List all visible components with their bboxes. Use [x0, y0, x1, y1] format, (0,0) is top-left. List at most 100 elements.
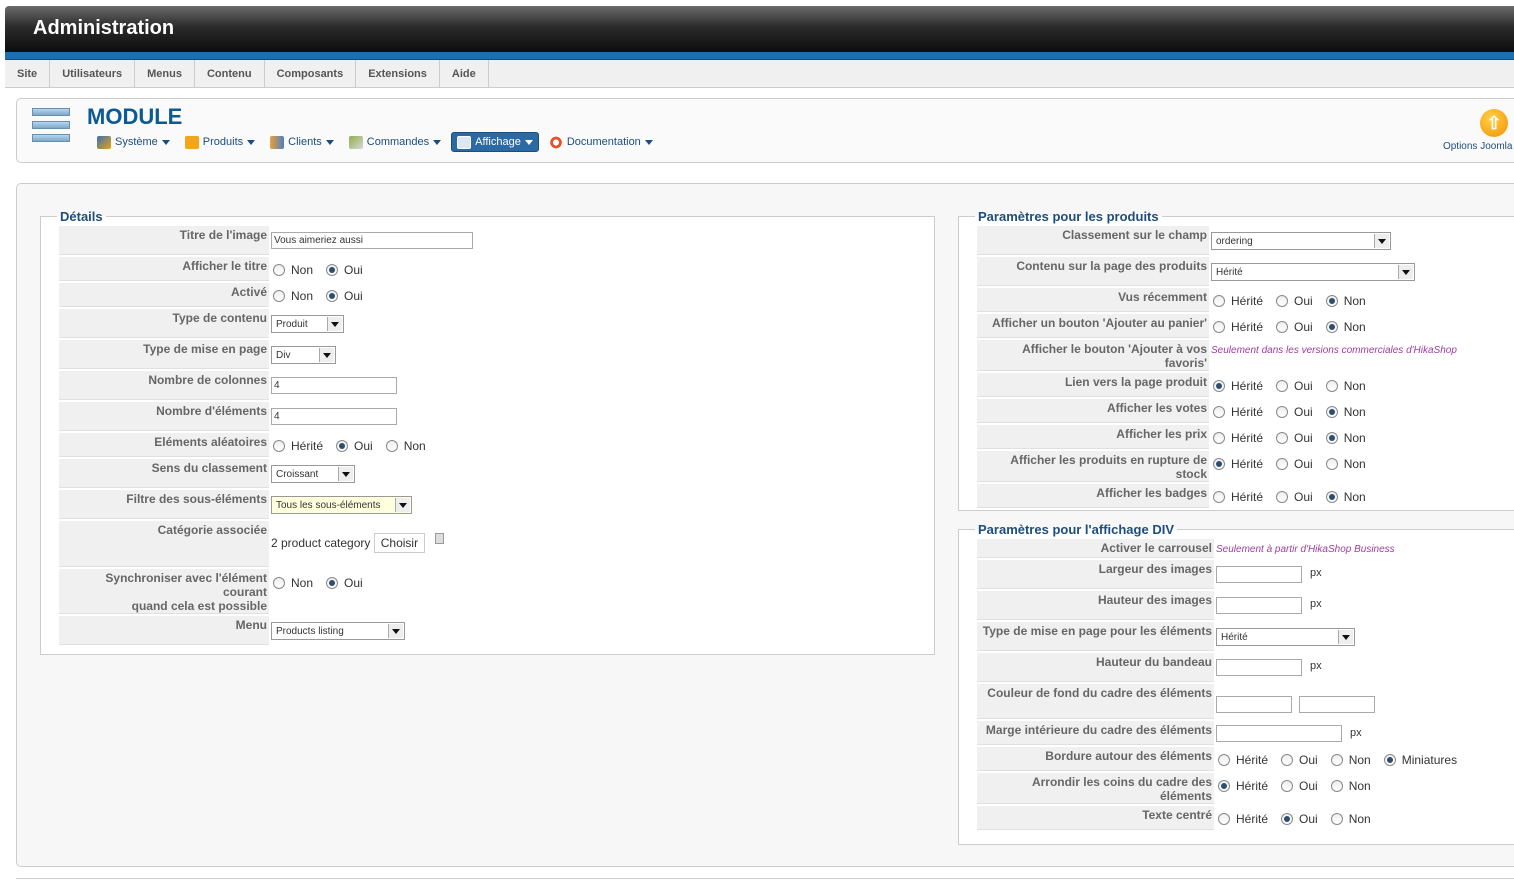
radio-oui[interactable] — [1276, 380, 1289, 392]
sens-classement-select[interactable]: Croissant — [271, 465, 355, 483]
radio-non[interactable] — [1325, 406, 1338, 418]
label-bordure: Bordure autour des éléments — [977, 747, 1214, 771]
submenu-systeme[interactable]: Système — [92, 132, 175, 152]
radio-oui[interactable] — [1276, 295, 1289, 307]
hauteur-bandeau-input[interactable] — [1216, 659, 1302, 676]
radio-oui[interactable] — [1276, 406, 1289, 418]
radio-herite[interactable] — [1213, 406, 1225, 418]
label-votes: Afficher les votes — [977, 399, 1209, 423]
badges-radio: Hérité Oui Non — [1211, 490, 1377, 504]
titre-image-input[interactable]: Vous aimeriez aussi — [271, 232, 473, 249]
votes-radio: Hérité Oui Non — [1211, 405, 1377, 419]
label-type-contenu: Type de contenu — [59, 309, 269, 338]
radio-non[interactable] — [273, 577, 285, 589]
submenu-produits[interactable]: Produits — [180, 132, 260, 152]
radio-non[interactable] — [1325, 380, 1338, 392]
label-hauteur-images: Hauteur des images — [977, 591, 1214, 620]
nb-elements-input[interactable]: 4 — [271, 408, 397, 425]
submenu-clients[interactable]: Clients — [265, 132, 339, 152]
radio-herite[interactable] — [1213, 458, 1225, 470]
submenu-commandes[interactable]: Commandes — [344, 132, 446, 152]
menu-extensions[interactable]: Extensions — [356, 60, 440, 88]
module-header: MODULE Système Produits Clients Commande… — [16, 98, 1514, 163]
radio-miniatures[interactable] — [1383, 754, 1396, 766]
radio-oui[interactable] — [1281, 813, 1294, 825]
type-contenu-select[interactable]: Produit — [271, 315, 344, 333]
radio-oui[interactable] — [1276, 491, 1289, 503]
type-mise-page-select[interactable]: Div — [271, 346, 336, 364]
options-label: Options Joomla ! — [1442, 141, 1514, 152]
classement-champ-select[interactable]: ordering — [1211, 232, 1391, 250]
radio-non[interactable] — [273, 290, 285, 302]
radio-non[interactable] — [1330, 754, 1343, 766]
label-nb-elements: Nombre d'éléments — [59, 402, 269, 431]
radio-oui[interactable] — [326, 577, 339, 589]
radio-oui[interactable] — [336, 440, 349, 452]
radio-non[interactable] — [1325, 432, 1338, 444]
menu-aide[interactable]: Aide — [440, 60, 489, 88]
menu-utilisateurs[interactable]: Utilisateurs — [50, 60, 136, 88]
couleur-fond-input[interactable] — [1216, 696, 1292, 713]
radio-herite[interactable] — [1213, 432, 1225, 444]
submenu-documentation[interactable]: Documentation — [544, 132, 658, 152]
nb-colonnes-input[interactable]: 4 — [271, 377, 397, 394]
contenu-page-select[interactable]: Hérité — [1211, 263, 1415, 281]
largeur-images-input[interactable] — [1216, 566, 1302, 583]
radio-herite[interactable] — [1213, 380, 1225, 392]
radio-non[interactable] — [385, 440, 398, 452]
radio-non[interactable] — [1325, 458, 1338, 470]
menu-select[interactable]: Products listing — [271, 622, 405, 640]
radio-label: Oui — [1294, 379, 1313, 393]
radio-non[interactable] — [1325, 491, 1338, 503]
radio-herite[interactable] — [1213, 321, 1225, 333]
menu-site[interactable]: Site — [5, 60, 51, 88]
label-sens-classement: Sens du classement — [59, 459, 269, 488]
radio-herite[interactable] — [1218, 813, 1230, 825]
menu-menus[interactable]: Menus — [135, 60, 195, 88]
label-couleur-fond: Couleur de fond du cadre des éléments — [977, 684, 1214, 719]
row-classement-champ: Classement sur le champ ordering — [977, 226, 1514, 255]
radio-non[interactable] — [1325, 295, 1338, 307]
trash-icon[interactable] — [435, 533, 445, 544]
radio-label: Oui — [1294, 457, 1313, 471]
radio-oui[interactable] — [1281, 754, 1294, 766]
radio-non[interactable] — [1330, 780, 1343, 792]
page-footer-divider — [16, 878, 1514, 879]
hauteur-images-input[interactable] — [1216, 597, 1302, 614]
menu-composants[interactable]: Composants — [265, 60, 357, 88]
radio-herite[interactable] — [273, 440, 285, 452]
radio-non[interactable] — [1330, 813, 1343, 825]
radio-herite[interactable] — [1213, 295, 1225, 307]
radio-non[interactable] — [1325, 321, 1338, 333]
div-fieldset: Paramètres pour l'affichage DIV Activer … — [958, 522, 1514, 845]
tools-icon — [97, 135, 111, 149]
submenu-affichage[interactable]: Affichage — [451, 132, 539, 152]
hikashop-submenu: Système Produits Clients Commandes Affic… — [92, 132, 663, 152]
type-mise-page-el-select[interactable]: Hérité — [1216, 628, 1355, 646]
radio-oui[interactable] — [1276, 458, 1289, 470]
radio-oui[interactable] — [326, 290, 339, 302]
radio-herite[interactable] — [1213, 491, 1225, 503]
row-rupture: Afficher les produits en rupture de stoc… — [977, 451, 1514, 482]
radio-label: Non — [1343, 405, 1366, 419]
choisir-button[interactable]: Choisir — [373, 533, 426, 553]
radio-oui[interactable] — [1281, 780, 1294, 792]
radio-oui[interactable] — [326, 264, 339, 276]
row-contenu-page: Contenu sur la page des produits Hérité — [977, 257, 1514, 286]
radio-non[interactable] — [273, 264, 285, 276]
radio-oui[interactable] — [1276, 321, 1289, 333]
couleur-fond-input-2[interactable] — [1299, 696, 1376, 713]
label-active: Activé — [59, 283, 269, 307]
label-marge: Marge intérieure du cadre des éléments — [977, 721, 1214, 745]
marge-input[interactable] — [1216, 725, 1342, 742]
radio-herite[interactable] — [1218, 754, 1230, 766]
radio-oui[interactable] — [1276, 432, 1289, 444]
row-menu: Menu Products listing — [59, 616, 929, 645]
header-accent-bar — [5, 52, 1514, 60]
row-active: Activé Non Oui — [59, 283, 929, 307]
menu-contenu[interactable]: Contenu — [195, 60, 265, 88]
filtre-select[interactable]: Tous les sous-éléments — [271, 496, 412, 514]
radio-herite[interactable] — [1218, 780, 1230, 792]
label-prix: Afficher les prix — [977, 425, 1209, 449]
synchroniser-radio: Non Oui — [271, 576, 374, 590]
